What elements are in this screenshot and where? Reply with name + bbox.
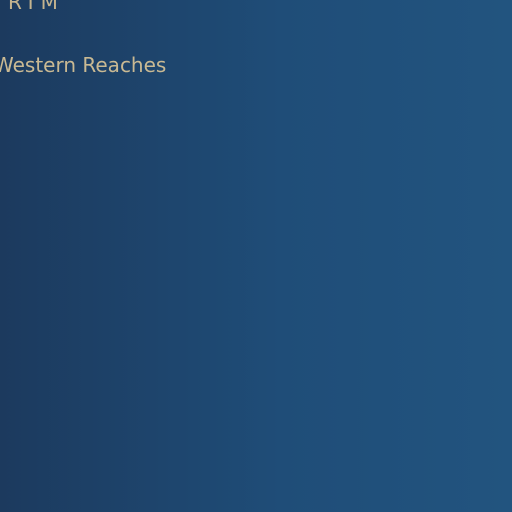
brand-title: RTM (8, 0, 62, 14)
region-label: Western Reaches (0, 53, 167, 77)
app-background: RTM Western Reaches (0, 0, 512, 512)
